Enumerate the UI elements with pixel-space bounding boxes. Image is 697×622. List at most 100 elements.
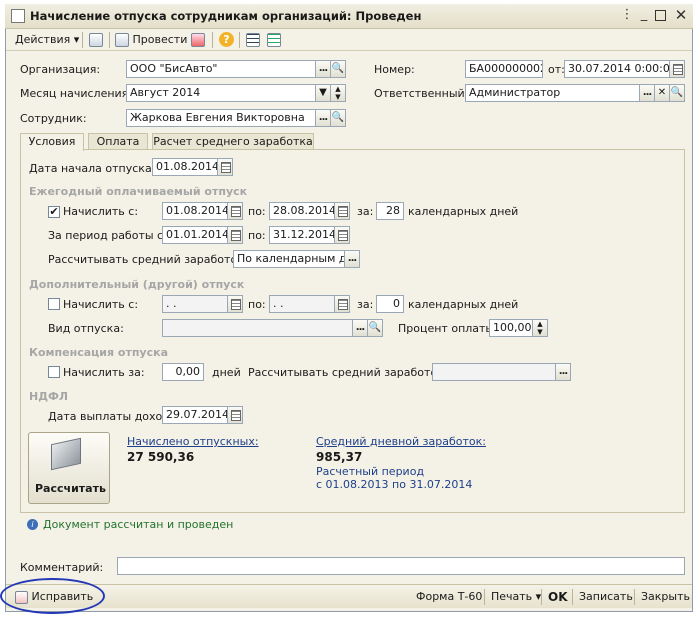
toolbar-separator [109, 32, 110, 48]
calculate-label: Рассчитать [35, 482, 106, 495]
compensation-days-unit: дней [212, 366, 241, 379]
payment-percent-field[interactable]: 100,00 [489, 319, 533, 337]
calendar-icon[interactable] [217, 158, 233, 176]
annual-days-field[interactable]: 28 [376, 202, 404, 220]
organization-field[interactable]: ООО "БисАвто" [126, 60, 316, 78]
calendar-icon[interactable] [334, 226, 350, 244]
responsible-select-button[interactable]: ... [639, 84, 655, 102]
save-button[interactable]: Записать [579, 589, 633, 605]
calendar-icon[interactable] [334, 202, 350, 220]
annual-avg-earnings-field[interactable]: По календарным дня [233, 250, 345, 268]
settings-list-icon [267, 33, 281, 47]
tab-average-earnings[interactable]: Расчет среднего заработка [152, 133, 314, 150]
tab-conditions[interactable]: Условия [20, 133, 84, 151]
work-period-from-field[interactable]: 01.01.2014 [162, 226, 228, 244]
work-period-to-label: по: [248, 229, 266, 242]
number-label: Номер: [374, 63, 415, 76]
list-button[interactable] [246, 31, 260, 49]
bottom-separator [572, 589, 573, 605]
annual-to-label: по: [248, 205, 266, 218]
compensation-avg-select-button[interactable]: ... [555, 363, 571, 381]
post-icon [115, 33, 129, 47]
ndfl-heading: НДФЛ [29, 390, 69, 403]
comment-field[interactable] [117, 557, 685, 575]
toolbar-separator [212, 32, 213, 48]
calendar-icon[interactable] [669, 60, 685, 78]
extra-from-field[interactable]: . . [162, 295, 228, 313]
extra-to-field[interactable]: . . [269, 295, 335, 313]
search-icon[interactable]: 🔍 [367, 319, 383, 337]
calculation-period-value: с 01.08.2013 по 31.07.2014 [316, 478, 473, 491]
tab-payment[interactable]: Оплата [88, 133, 148, 150]
compensation-days-field[interactable]: 0,00 [162, 363, 204, 381]
month-field[interactable]: Август 2014 [126, 84, 316, 102]
bottom-separator [541, 589, 542, 605]
help-button[interactable]: ? [219, 31, 234, 49]
month-stepper[interactable]: ▲ ▼ [330, 84, 346, 102]
annual-accrue-label: Начислить с: [63, 205, 139, 218]
extra-accrue-label: Начислить с: [63, 298, 139, 311]
search-icon[interactable]: 🔍 [330, 60, 346, 78]
payment-percent-label: Процент оплаты: [398, 322, 498, 335]
document-date-field[interactable]: 30.07.2014 0:00:00 [564, 60, 670, 78]
employee-select-button[interactable]: ... [315, 109, 331, 127]
bottom-separator [484, 589, 485, 605]
calendar-icon[interactable] [334, 295, 350, 313]
employee-field[interactable]: Жаркова Евгения Викторовна [126, 109, 316, 127]
extra-to-label: по: [248, 298, 266, 311]
extra-days-field[interactable]: 0 [376, 295, 404, 313]
chevron-down-icon[interactable]: ▼ [315, 84, 331, 102]
menu-icon[interactable]: ⋮ [620, 8, 634, 22]
work-period-to-field[interactable]: 31.12.2014 [269, 226, 335, 244]
minimize-icon[interactable]: _ [637, 8, 651, 22]
calendar-icon[interactable] [227, 226, 243, 244]
toolbar-separator [239, 32, 240, 48]
post-button[interactable]: Провести [115, 31, 187, 49]
organization-label: Организация: [20, 63, 101, 76]
leave-type-field[interactable] [162, 319, 353, 337]
toolbar-separator [82, 32, 83, 48]
compensation-accrue-checkbox[interactable] [48, 366, 60, 378]
close-icon[interactable]: ✕ [674, 8, 688, 23]
compensation-avg-field[interactable] [432, 363, 556, 381]
calendar-icon[interactable] [227, 295, 243, 313]
form-t60-button[interactable]: Форма Т-60 [416, 589, 482, 605]
employee-label: Сотрудник: [20, 112, 87, 125]
payment-percent-stepper[interactable]: ▲ ▼ [532, 319, 548, 337]
actions-menu[interactable]: Действия ▾ [15, 31, 79, 49]
annual-days-label: за: [357, 205, 374, 218]
annual-from-field[interactable]: 01.08.2014 [162, 202, 228, 220]
compensation-accrue-label: Начислить за: [63, 366, 145, 379]
calendar-icon[interactable] [227, 406, 243, 424]
structure-icon [191, 33, 205, 47]
journal-button[interactable] [89, 31, 103, 49]
vacation-start-field[interactable]: 01.08.2014 [152, 158, 218, 176]
compensation-heading: Компенсация отпуска [29, 346, 169, 359]
search-icon[interactable]: 🔍 [669, 84, 685, 102]
structure-button[interactable] [191, 31, 205, 49]
extra-accrue-checkbox[interactable] [48, 298, 60, 310]
annual-accrue-checkbox[interactable]: ✔ [48, 206, 60, 218]
annual-to-field[interactable]: 28.08.2014 [269, 202, 335, 220]
close-button[interactable]: Закрыть [641, 589, 690, 605]
clear-icon[interactable]: ✕ [654, 84, 670, 102]
print-button[interactable]: Печать ▾ [491, 589, 541, 605]
leave-type-select-button[interactable]: ... [352, 319, 368, 337]
average-daily-earnings-label[interactable]: Средний дневной заработок: [316, 435, 486, 448]
date-from-label: от: [548, 63, 565, 76]
month-label: Месяц начисления: [20, 87, 132, 100]
search-icon[interactable]: 🔍 [330, 109, 346, 127]
accrued-label[interactable]: Начислено отпускных: [127, 435, 259, 448]
list-icon [246, 33, 260, 47]
settings-button[interactable] [267, 31, 281, 49]
highlight-oval [0, 578, 105, 614]
calendar-icon[interactable] [227, 202, 243, 220]
income-payment-date-field[interactable]: 29.07.2014 [162, 406, 228, 424]
maximize-icon[interactable] [655, 10, 666, 21]
annual-avg-select-button[interactable]: ... [344, 250, 360, 268]
number-field[interactable]: БА000000002 [465, 60, 543, 78]
compensation-avg-label: Рассчитывать средний заработок: [248, 366, 448, 379]
ok-button[interactable]: OK [548, 589, 568, 605]
responsible-field[interactable]: Администратор [465, 84, 640, 102]
organization-select-button[interactable]: ... [315, 60, 331, 78]
